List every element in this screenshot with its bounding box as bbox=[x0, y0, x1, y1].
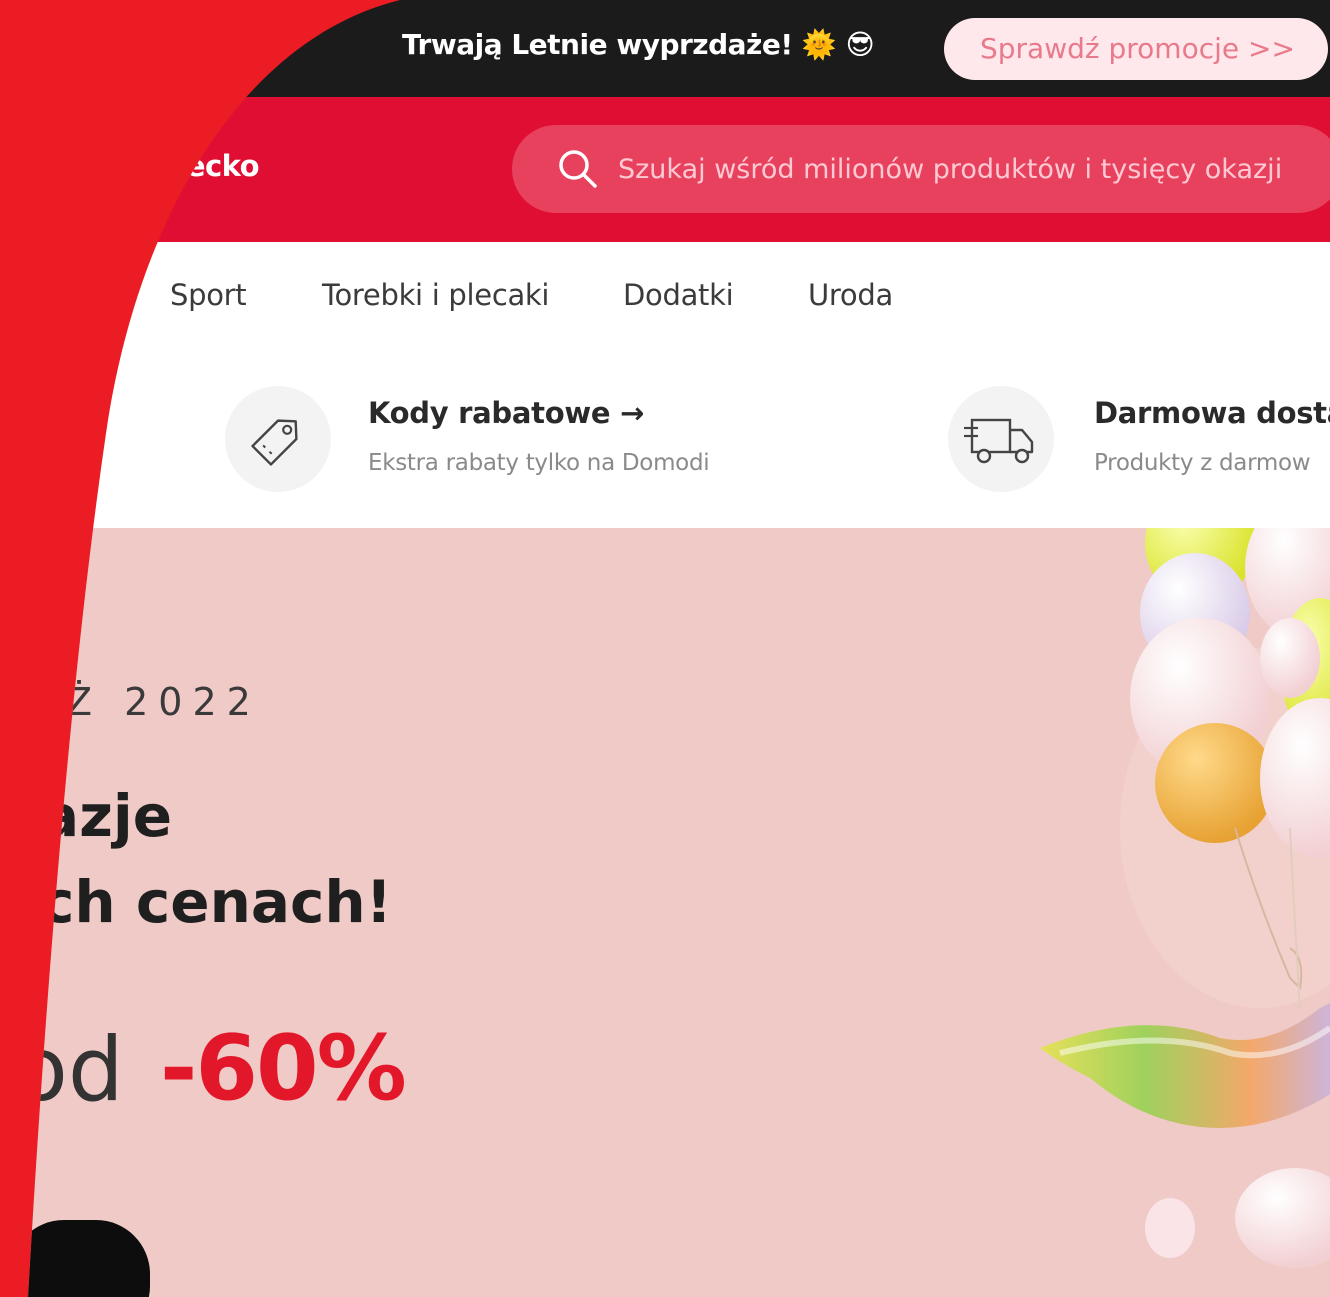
category-bags-backpacks[interactable]: Torebki i plecaki bbox=[322, 278, 549, 312]
discount-codes-icon-circle[interactable] bbox=[225, 386, 331, 492]
check-promotions-button[interactable]: Sprawdź promocje >> bbox=[944, 18, 1328, 80]
price-tag-icon bbox=[225, 386, 331, 492]
browser-screen: Trwają Letnie wyprzdaże! 🌞 😎 Sprawdź pro… bbox=[0, 0, 1330, 1297]
hero-cta-button[interactable] bbox=[10, 1220, 150, 1297]
category-sport[interactable]: Sport bbox=[170, 278, 246, 312]
free-delivery-subtitle: Produkty z darmow bbox=[1094, 450, 1311, 476]
search-icon[interactable] bbox=[556, 147, 598, 189]
hero-banner[interactable]: Ż 2022 azje ch cenach! od -60% bbox=[0, 528, 1330, 1297]
hero-headline-line2: ch cenach! bbox=[40, 868, 393, 936]
category-accessories[interactable]: Dodatki bbox=[623, 278, 733, 312]
hero-headline-line1: azje bbox=[40, 782, 173, 850]
discount-codes-title[interactable]: Kody rabatowe → bbox=[368, 396, 644, 430]
delivery-truck-icon bbox=[948, 386, 1054, 492]
balloons-image bbox=[1020, 528, 1330, 1297]
promo-text: Trwają Letnie wyprzdaże! 🌞 😎 bbox=[402, 28, 875, 61]
category-beauty[interactable]: Uroda bbox=[808, 278, 893, 312]
category-nav: Sport Torebki i plecaki Dodatki Uroda bbox=[0, 242, 1330, 349]
discount-codes-subtitle: Ekstra rabaty tylko na Domodi bbox=[368, 450, 710, 476]
brand-logo-text[interactable]: ziecko bbox=[160, 149, 259, 183]
search-bar[interactable] bbox=[512, 125, 1330, 213]
site-header: ziecko bbox=[0, 97, 1330, 242]
hero-discount-value: -60% bbox=[160, 1016, 405, 1121]
search-input[interactable] bbox=[618, 147, 1330, 191]
free-delivery-icon-circle[interactable] bbox=[948, 386, 1054, 492]
promo-bar: Trwają Letnie wyprzdaże! 🌞 😎 Sprawdź pro… bbox=[0, 0, 1330, 97]
features-strip: Kody rabatowe → Ekstra rabaty tylko na D… bbox=[0, 348, 1330, 528]
free-delivery-title[interactable]: Darmowa dosta bbox=[1094, 396, 1330, 430]
hero-discount-prefix: od bbox=[14, 1018, 124, 1121]
hero-date: Ż 2022 bbox=[66, 680, 261, 724]
